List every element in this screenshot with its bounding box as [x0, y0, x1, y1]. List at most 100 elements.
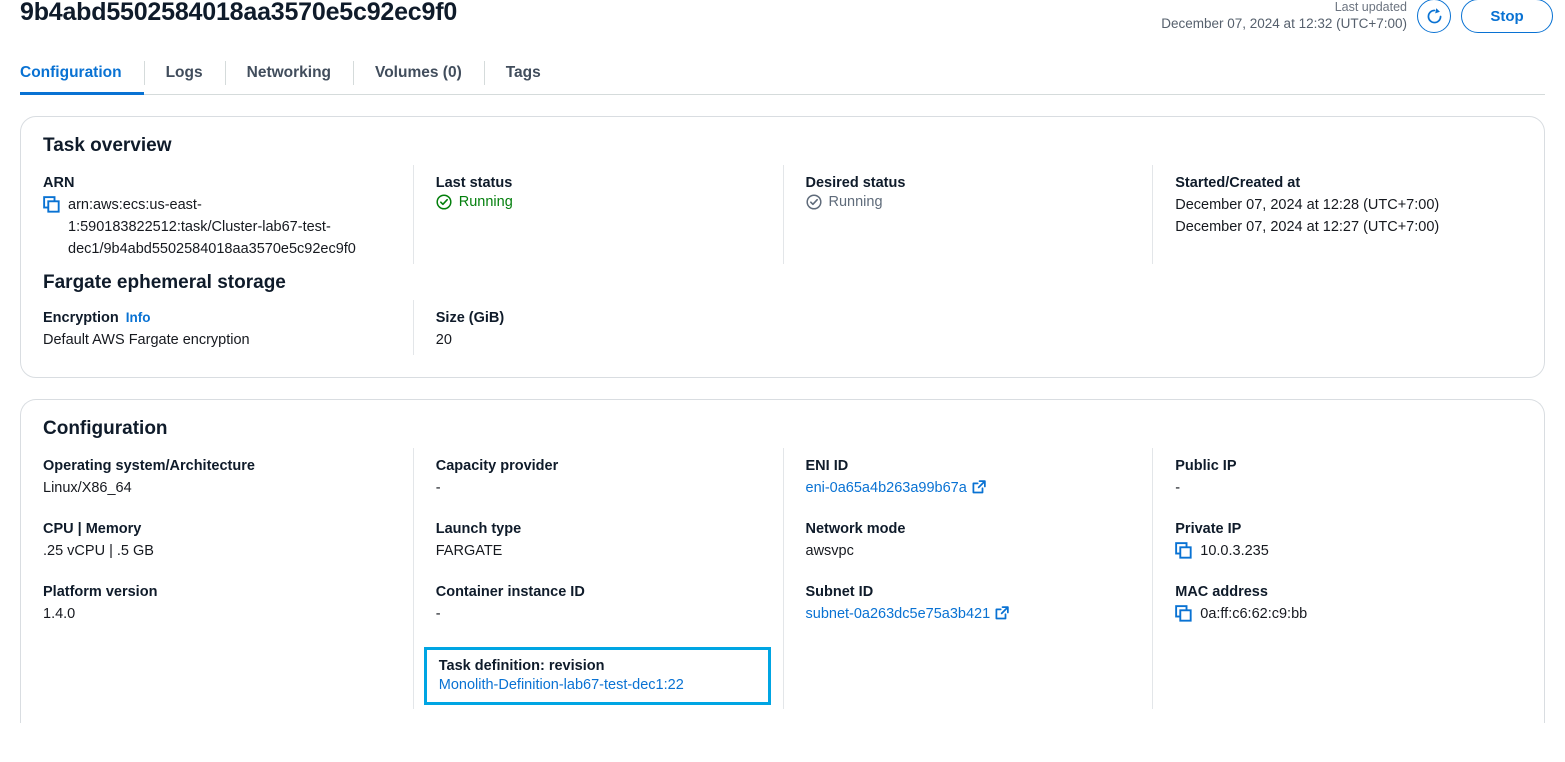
ephemeral-column-encryption: Encryption Info Default AWS Fargate encry… — [43, 300, 413, 355]
tab-bar: Configuration Logs Networking Volumes (0… — [20, 52, 1545, 95]
field-container-instance-id: Container instance ID - — [436, 584, 761, 625]
container-instance-id-label: Container instance ID — [435, 584, 585, 601]
size-label: Size (GiB) — [435, 310, 505, 327]
desired-status-value-row: Running — [805, 194, 1131, 210]
private-ip-value: 10.0.3.235 — [1200, 543, 1269, 560]
task-overview-column-started: Started/Created at December 07, 2024 at … — [1152, 165, 1522, 265]
stop-button[interactable]: Stop — [1461, 0, 1553, 33]
copy-arn-button[interactable] — [43, 196, 60, 213]
last-updated-label: Last updated — [1334, 0, 1407, 14]
task-overview-columns: ARN arn:aws:ecs:us-east-1:590183822512:t… — [43, 165, 1522, 265]
refresh-icon — [1427, 7, 1441, 23]
encryption-value: Default AWS Fargate encryption — [43, 332, 250, 349]
field-launch-type: Launch type FARGATE — [436, 521, 761, 562]
private-ip-value-row: 10.0.3.235 — [1175, 540, 1500, 562]
desired-status-value: Running — [828, 194, 883, 210]
last-status-value: Running — [458, 194, 513, 210]
copy-private-ip-button[interactable] — [1175, 542, 1192, 559]
subnet-id-link[interactable]: subnet-0a263dc5e75a3b421 — [806, 606, 991, 622]
task-overview-title: Task overview — [43, 135, 172, 156]
refresh-button[interactable] — [1417, 0, 1451, 33]
field-operating-system: Operating system/Architecture Linux/X86_… — [43, 458, 391, 499]
arn-label: ARN — [43, 175, 75, 191]
copy-icon — [1175, 605, 1192, 622]
mac-address-value: 0a:ff:c6:62:c9:bb — [1200, 606, 1308, 623]
field-private-ip: Private IP 10.0.3.235 — [1175, 521, 1500, 562]
last-status-value-row: Running — [436, 194, 761, 210]
encryption-label: Encryption Info — [43, 310, 391, 326]
status-check-circle-icon — [805, 194, 822, 210]
external-link-icon[interactable] — [995, 606, 1009, 620]
started-at-value: December 07, 2024 at 12:28 (UTC+7:00) — [1175, 197, 1440, 213]
created-at-value: December 07, 2024 at 12:27 (UTC+7:00) — [1175, 219, 1440, 236]
network-mode-value: awsvpc — [805, 543, 854, 560]
task-overview-card: Task overview ARN arn:aws:ecs:us-east-1:… — [20, 116, 1545, 379]
started-created-label: Started/Created at — [1175, 175, 1301, 191]
size-value: 20 — [435, 332, 452, 349]
tab-configuration[interactable]: Configuration — [20, 52, 144, 95]
eni-id-label: ENI ID — [805, 458, 849, 475]
field-capacity-provider: Capacity provider - — [436, 458, 761, 499]
field-started-created: Started/Created at December 07, 2024 at … — [1175, 175, 1500, 238]
field-mac-address: MAC address 0a:ff:c6:62:c9:bb — [1175, 584, 1500, 625]
last-updated-block: Last updated December 07, 2024 at 12:32 … — [1161, 0, 1407, 33]
configuration-column-3: ENI ID eni-0a65a4b263a99b67a Network mod… — [782, 448, 1153, 710]
network-mode-label: Network mode — [805, 521, 906, 538]
cpu-memory-value: .25 vCPU | .5 GB — [43, 543, 154, 560]
configuration-title: Configuration — [43, 418, 168, 440]
subnet-id-value-row: subnet-0a263dc5e75a3b421 — [806, 603, 1131, 625]
field-eni-id: ENI ID eni-0a65a4b263a99b67a — [806, 458, 1131, 499]
platform-version-label: Platform version — [43, 584, 158, 601]
field-public-ip: Public IP - — [1175, 458, 1500, 499]
subnet-id-label: Subnet ID — [805, 584, 874, 601]
task-definition-link[interactable]: Monolith-Definition-lab67-test-dec1:22 — [439, 677, 758, 693]
encryption-info-link[interactable]: Info — [126, 310, 151, 325]
public-ip-label: Public IP — [1175, 458, 1237, 475]
field-last-status: Last status Running — [436, 175, 761, 210]
configuration-card: Configuration Operating system/Architect… — [20, 399, 1545, 724]
mac-address-value-row: 0a:ff:c6:62:c9:bb — [1175, 603, 1500, 625]
copy-icon — [43, 196, 60, 213]
container-instance-id-value: - — [435, 606, 441, 623]
private-ip-label: Private IP — [1175, 521, 1242, 538]
field-size: Size (GiB) 20 — [436, 310, 761, 351]
field-platform-version: Platform version 1.4.0 — [43, 584, 391, 625]
tab-tags[interactable]: Tags — [483, 52, 563, 94]
arn-value: arn:aws:ecs:us-east-1:590183822512:task/… — [68, 197, 356, 258]
header-actions: Last updated December 07, 2024 at 12:32 … — [1161, 0, 1553, 33]
field-network-mode: Network mode awsvpc — [806, 521, 1131, 562]
configuration-column-2: Capacity provider - Launch type FARGATE … — [412, 448, 783, 710]
operating-system-value: Linux/X86_64 — [43, 480, 132, 497]
ephemeral-column-size: Size (GiB) 20 — [412, 300, 783, 356]
ephemeral-column-spacer-2 — [1152, 300, 1522, 355]
last-updated-time: December 07, 2024 at 12:32 (UTC+7:00) — [1161, 15, 1407, 31]
configuration-columns: Operating system/Architecture Linux/X86_… — [43, 448, 1522, 710]
launch-type-label: Launch type — [435, 521, 522, 538]
capacity-provider-label: Capacity provider — [435, 458, 559, 475]
external-link-icon[interactable] — [972, 480, 986, 494]
capacity-provider-value: - — [435, 480, 441, 497]
task-overview-column-desired-status: Desired status Running — [782, 165, 1153, 265]
page-header: 9b4abd5502584018aa3570e5c92ec9f0 Last up… — [0, 0, 1565, 52]
tab-networking[interactable]: Networking — [224, 52, 353, 94]
tab-logs[interactable]: Logs — [143, 52, 225, 94]
field-cpu-memory: CPU | Memory .25 vCPU | .5 GB — [43, 521, 391, 562]
configuration-column-4: Public IP - Private IP 10.0.3.235 MAC ad… — [1152, 448, 1522, 710]
task-definition-highlight-box: Task definition: revision Monolith-Defin… — [423, 647, 771, 706]
ephemeral-column-spacer-1 — [783, 300, 1153, 355]
eni-id-link[interactable]: eni-0a65a4b263a99b67a — [806, 480, 967, 496]
field-desired-status: Desired status Running — [806, 175, 1131, 210]
copy-mac-address-button[interactable] — [1175, 605, 1192, 622]
tab-volumes[interactable]: Volumes (0) — [353, 52, 484, 94]
public-ip-value: - — [1175, 480, 1181, 497]
platform-version-value: 1.4.0 — [43, 606, 76, 623]
launch-type-value: FARGATE — [435, 543, 503, 560]
configuration-column-1: Operating system/Architecture Linux/X86_… — [43, 448, 413, 709]
field-arn: ARN arn:aws:ecs:us-east-1:590183822512:t… — [43, 175, 391, 260]
encryption-label-text: Encryption — [43, 310, 119, 327]
task-overview-column-arn: ARN arn:aws:ecs:us-east-1:590183822512:t… — [43, 165, 413, 264]
eni-id-value-row: eni-0a65a4b263a99b67a — [806, 477, 1131, 499]
ephemeral-storage-title: Fargate ephemeral storage — [43, 272, 286, 294]
desired-status-label: Desired status — [805, 175, 906, 191]
ephemeral-storage-columns: Encryption Info Default AWS Fargate encry… — [43, 300, 1522, 356]
